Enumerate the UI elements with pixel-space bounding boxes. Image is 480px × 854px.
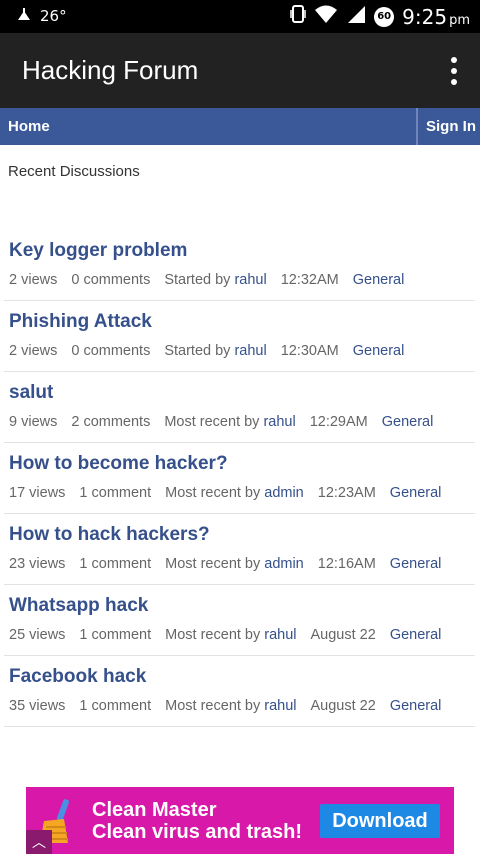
status-bar: 26° 60 9:25 pm <box>0 0 480 33</box>
cleaner-notification-icon <box>16 7 32 25</box>
view-count: 23 views <box>9 556 66 572</box>
app-bar: Hacking Forum <box>0 33 480 108</box>
category-link[interactable]: General <box>390 627 442 643</box>
discussion-meta: 17 views 1 comment Most recent by admin 12:2… <box>9 485 441 501</box>
author-link[interactable]: rahul <box>264 698 296 714</box>
sign-in-link[interactable]: Sign In <box>426 118 476 135</box>
comment-count: 1 comment <box>79 698 152 714</box>
ad-headline: Clean Master <box>92 799 217 821</box>
author: Started by rahul <box>164 343 266 359</box>
discussion-item[interactable]: salut 9 views 2 comments Most recent by rahu… <box>4 372 475 443</box>
author: Most recent by admin <box>165 485 304 501</box>
discussion-title[interactable]: salut <box>9 382 53 404</box>
vibrate-icon <box>290 4 306 29</box>
timestamp: 12:16AM <box>317 556 376 572</box>
author-label: Most recent by <box>164 414 260 430</box>
view-count: 2 views <box>9 272 58 288</box>
category-link[interactable]: General <box>353 272 405 288</box>
comment-count: 1 comment <box>79 485 152 501</box>
alarm-badge-text: 60 <box>377 10 392 22</box>
ad-banner[interactable]: Clean Master Clean virus and trash! Down… <box>26 787 454 854</box>
author: Most recent by rahul <box>165 698 296 714</box>
signal-icon <box>346 4 366 29</box>
comment-count: 1 comment <box>79 556 152 572</box>
section-title: Recent Discussions <box>8 163 140 180</box>
ad-subline: Clean virus and trash! <box>92 821 303 843</box>
discussion-item[interactable]: Whatsapp hack 25 views 1 comment Most recen… <box>4 585 475 656</box>
discussion-meta: 25 views 1 comment Most recent by rahul Augu… <box>9 627 441 643</box>
comment-count: 0 comments <box>71 343 151 359</box>
author-label: Most recent by <box>165 556 261 572</box>
discussion-meta: 23 views 1 comment Most recent by admin 12:1… <box>9 556 441 572</box>
discussion-list: Key logger problem 2 views 0 comments Start… <box>0 230 480 727</box>
temperature: 26° <box>40 7 67 25</box>
chevron-up-icon[interactable]: ︿ <box>26 830 52 854</box>
discussion-meta: 2 views 0 comments Started by rahul 12:32AM G… <box>9 272 404 288</box>
timestamp: August 22 <box>310 698 376 714</box>
clock-suffix: pm <box>449 12 470 28</box>
discussion-title[interactable]: Phishing Attack <box>9 311 152 333</box>
timestamp: 12:32AM <box>280 272 339 288</box>
discussion-title[interactable]: Key logger problem <box>9 240 187 262</box>
alarm-badge-icon: 60 <box>374 6 395 27</box>
author-link[interactable]: rahul <box>234 343 266 359</box>
view-count: 25 views <box>9 627 66 643</box>
discussion-title[interactable]: How to hack hackers? <box>9 524 210 546</box>
author-label: Most recent by <box>165 627 261 643</box>
discussion-item[interactable]: How to hack hackers? 23 views 1 comment Mos… <box>4 514 475 585</box>
comment-count: 0 comments <box>71 272 151 288</box>
nav-home-link[interactable]: Home <box>8 118 50 135</box>
view-count: 35 views <box>9 698 66 714</box>
discussion-item[interactable]: Phishing Attack 2 views 0 comments Started … <box>4 301 475 372</box>
author-link[interactable]: admin <box>264 556 304 572</box>
nav-bar: Home Sign In <box>0 108 480 145</box>
timestamp: 12:29AM <box>309 414 368 430</box>
view-count: 2 views <box>9 343 58 359</box>
clock: 9:25 pm <box>402 5 470 29</box>
author-label: Started by <box>164 272 231 288</box>
author: Started by rahul <box>164 272 266 288</box>
nav-divider <box>416 108 418 145</box>
comment-count: 2 comments <box>71 414 151 430</box>
timestamp: August 22 <box>310 627 376 643</box>
author-link[interactable]: rahul <box>264 627 296 643</box>
status-left: 26° <box>16 7 67 25</box>
view-count: 9 views <box>9 414 58 430</box>
overflow-menu-icon[interactable] <box>450 57 458 85</box>
ad-download-button[interactable]: Download <box>320 804 440 838</box>
author-link[interactable]: rahul <box>263 414 295 430</box>
author: Most recent by rahul <box>165 627 296 643</box>
status-right: 60 9:25 pm <box>290 4 470 29</box>
discussion-item[interactable]: How to become hacker? 17 views 1 comment Mo… <box>4 443 475 514</box>
discussion-meta: 2 views 0 comments Started by rahul 12:30AM G… <box>9 343 404 359</box>
category-link[interactable]: General <box>353 343 405 359</box>
author: Most recent by admin <box>165 556 304 572</box>
discussion-meta: 9 views 2 comments Most recent by rahul 12:2… <box>9 414 433 430</box>
app-title: Hacking Forum <box>22 55 199 85</box>
category-link[interactable]: General <box>390 485 442 501</box>
category-link[interactable]: General <box>390 698 442 714</box>
discussion-item[interactable]: Key logger problem 2 views 0 comments Start… <box>4 230 475 301</box>
view-count: 17 views <box>9 485 66 501</box>
comment-count: 1 comment <box>79 627 152 643</box>
timestamp: 12:30AM <box>280 343 339 359</box>
wifi-icon <box>314 4 338 29</box>
author-link[interactable]: admin <box>264 485 304 501</box>
discussion-title[interactable]: How to become hacker? <box>9 453 228 475</box>
author-label: Most recent by <box>165 698 261 714</box>
category-link[interactable]: General <box>390 556 442 572</box>
discussion-title[interactable]: Facebook hack <box>9 666 146 688</box>
discussion-meta: 35 views 1 comment Most recent by rahul Augu… <box>9 698 441 714</box>
category-link[interactable]: General <box>382 414 434 430</box>
author-label: Started by <box>164 343 231 359</box>
timestamp: 12:23AM <box>317 485 376 501</box>
author-label: Most recent by <box>165 485 261 501</box>
author: Most recent by rahul <box>164 414 295 430</box>
author-link[interactable]: rahul <box>234 272 266 288</box>
discussion-title[interactable]: Whatsapp hack <box>9 595 148 617</box>
discussion-item[interactable]: Facebook hack 35 views 1 comment Most recen… <box>4 656 475 727</box>
clock-time: 9:25 <box>402 4 448 29</box>
